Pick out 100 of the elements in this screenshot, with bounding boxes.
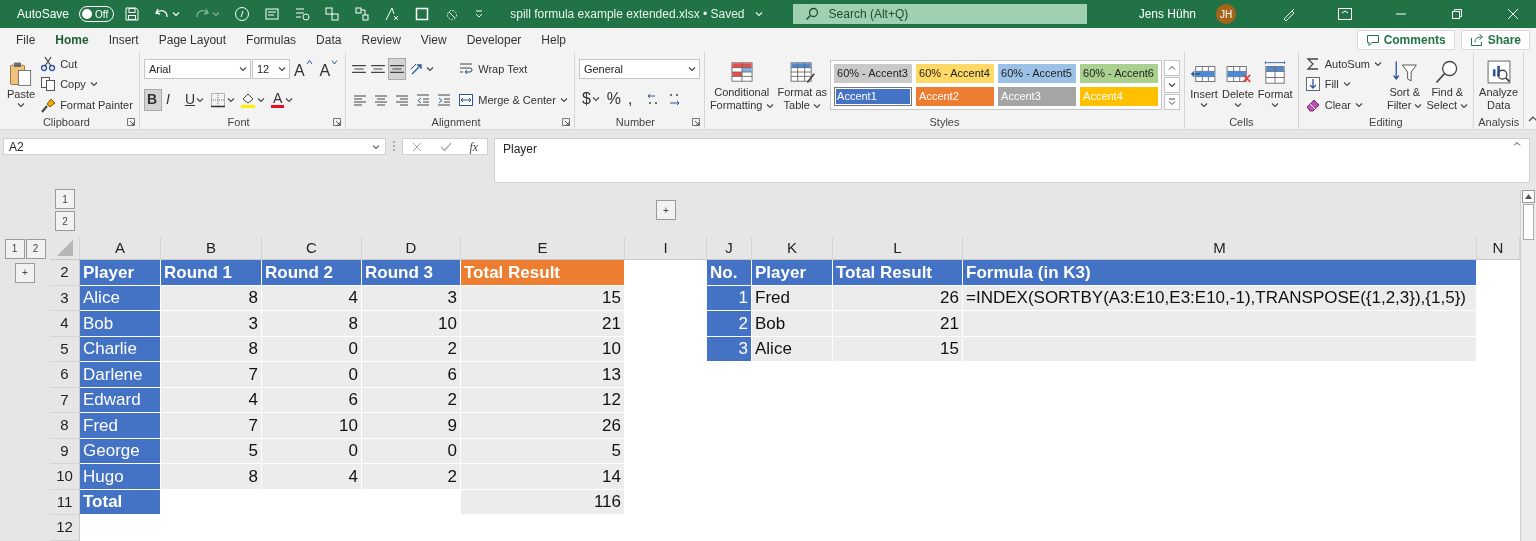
ribbon-button[interactable]: A — [316, 58, 342, 81]
ribbon-button[interactable]: I — [162, 88, 181, 111]
column-header[interactable]: C — [262, 237, 362, 260]
dropdown-field[interactable]: Arial — [143, 59, 251, 80]
ribbon-tab[interactable]: Data — [306, 29, 352, 51]
column-header[interactable]: K — [752, 237, 833, 260]
ribbon-tab[interactable]: File — [6, 29, 46, 51]
ribbon-button[interactable]: Format — [1256, 59, 1294, 110]
launcher-icon[interactable] — [126, 118, 135, 126]
dropdown-field[interactable]: General — [578, 58, 700, 79]
ribbon-action-button[interactable]: Comments — [1356, 30, 1455, 50]
ribbon-tab[interactable]: Developer — [456, 29, 532, 51]
ribbon-tab[interactable]: Formulas — [236, 29, 307, 51]
ribbon-button[interactable]: A — [290, 58, 316, 81]
list-icon[interactable] — [294, 6, 311, 22]
dots-icon[interactable] — [392, 138, 396, 154]
ribbon-button[interactable]: Delete — [1221, 59, 1255, 110]
ribbon-button[interactable]: % — [603, 88, 625, 111]
save-icon[interactable] — [124, 6, 141, 22]
ribbon-button[interactable]: Wrap Text — [456, 60, 530, 79]
insert-function-button[interactable]: fx — [469, 137, 479, 156]
row-header[interactable]: 8 — [50, 413, 80, 439]
ribbon-tab[interactable]: Review — [351, 29, 411, 51]
scrollbar[interactable] — [1520, 190, 1536, 541]
scroll-up-button[interactable] — [1522, 190, 1535, 203]
restore-icon[interactable] — [1451, 8, 1463, 20]
ribbon-button[interactable]: , — [625, 88, 644, 111]
row-header[interactable]: 4 — [50, 311, 80, 337]
ribbon-button[interactable]: Paste — [6, 59, 37, 110]
ribbon-button[interactable]: U — [181, 88, 207, 111]
row-header[interactable]: 2 — [50, 260, 80, 286]
ribbon-button[interactable]: Cut — [38, 54, 80, 74]
ribbon-button[interactable]: Analyze Data — [1478, 56, 1520, 113]
ribbon-button[interactable]: Merge & Center — [456, 90, 570, 109]
ribbon-button[interactable]: A — [268, 88, 297, 111]
arrow-icon[interactable] — [384, 6, 401, 22]
window-icon[interactable] — [1337, 7, 1353, 21]
row-header[interactable]: 6 — [50, 362, 80, 388]
launcher-icon[interactable] — [333, 118, 342, 126]
cell-style[interactable]: 60% - Accent4 — [916, 63, 995, 83]
ribbon-button[interactable]: Format as Table — [776, 56, 829, 113]
scroll-down-button[interactable] — [1164, 76, 1181, 93]
column-header[interactable]: B — [161, 237, 262, 260]
launcher-icon[interactable] — [561, 118, 570, 126]
column-header[interactable]: I — [625, 237, 707, 260]
pen-icon[interactable] — [1281, 6, 1297, 22]
squares-icon[interactable] — [354, 6, 371, 22]
outline-level-button[interactable]: 1 — [4, 238, 25, 259]
column-header[interactable]: E — [461, 237, 625, 260]
ribbon-button[interactable]: Insert — [1189, 59, 1220, 110]
ribbon-button[interactable]: $ — [578, 88, 603, 111]
expand-button[interactable]: + — [15, 262, 35, 283]
ribbon-button[interactable]: Copy — [38, 75, 100, 94]
column-header[interactable]: M — [963, 237, 1477, 260]
cell-style[interactable]: 60% - Accent3 — [834, 63, 913, 83]
collapse-icon[interactable] — [1528, 115, 1536, 123]
row-header[interactable]: 7 — [50, 387, 80, 413]
scroll-thumb[interactable] — [1523, 204, 1534, 240]
square-icon[interactable] — [414, 6, 431, 22]
column-header[interactable]: A — [80, 237, 161, 260]
ribbon-button[interactable]: Fill — [1302, 75, 1353, 94]
row-header[interactable]: 10 — [50, 464, 80, 490]
ribbon-tab[interactable]: Insert — [98, 29, 149, 51]
column-header[interactable]: L — [833, 237, 963, 260]
ribbon-button[interactable]: Clear — [1302, 95, 1365, 115]
row-header[interactable]: 11 — [50, 489, 80, 515]
search-field[interactable]: Search (Alt+Q) — [792, 4, 1087, 24]
caret-up-icon[interactable] — [1513, 140, 1521, 148]
cell-style[interactable]: 60% - Accent5 — [998, 63, 1077, 83]
ribbon-button[interactable]: Sort & Filter — [1385, 56, 1424, 113]
formula-field[interactable]: Player — [494, 138, 1530, 183]
ribbon-button[interactable] — [388, 58, 407, 81]
document-icon[interactable] — [264, 6, 281, 22]
cell-style[interactable]: 60% - Accent6 — [1080, 63, 1159, 83]
ribbon-action-button[interactable]: Share — [1460, 30, 1530, 50]
outline-level-button[interactable]: 2 — [25, 238, 46, 259]
dropdown-field[interactable]: 12 — [251, 59, 290, 80]
circle-icon[interactable] — [234, 6, 251, 22]
ribbon-tab[interactable]: Home — [45, 29, 99, 51]
row-header[interactable]: 12 — [50, 515, 80, 541]
column-header[interactable]: N — [1477, 237, 1520, 260]
customize-icon[interactable] — [474, 9, 485, 19]
ribbon-button[interactable]: B — [143, 88, 162, 111]
document-title[interactable]: spill formula example extended.xlsx • Saved — [510, 5, 745, 23]
ribbon-button[interactable]: AutoSum — [1302, 54, 1384, 74]
column-header[interactable]: D — [362, 237, 461, 260]
ribbon-button[interactable]: Format Painter — [38, 95, 135, 115]
squares-icon[interactable] — [324, 6, 341, 22]
outline-level-button[interactable]: 1 — [55, 189, 75, 209]
cell-style[interactable]: Accent1 — [834, 86, 913, 106]
ribbon-tab[interactable]: View — [410, 29, 457, 51]
outline-level-button[interactable]: 2 — [55, 211, 75, 231]
launcher-icon[interactable] — [691, 118, 700, 126]
row-header[interactable]: 9 — [50, 438, 80, 464]
expand-button[interactable]: + — [656, 200, 676, 220]
row-header[interactable]: 3 — [50, 285, 80, 311]
avatar[interactable]: JH — [1216, 4, 1236, 24]
close-icon[interactable] — [1507, 8, 1519, 20]
row-header[interactable]: 5 — [50, 336, 80, 362]
column-header[interactable]: J — [707, 237, 752, 260]
